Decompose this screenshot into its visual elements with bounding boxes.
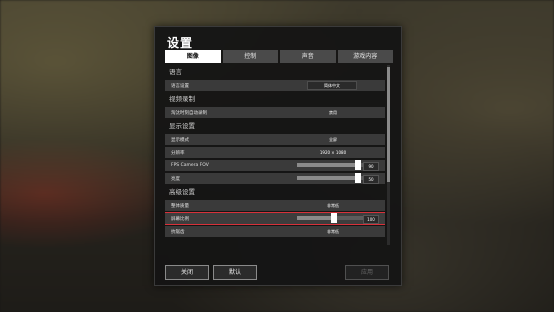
tab-graphics[interactable]: 图像 <box>165 50 221 63</box>
slider-fill <box>297 163 359 167</box>
settings-panel: 语言 语言设置 简体中文 视频录制 淘汰时刻自动录制 禁用 显示设置 显示模式 … <box>165 65 385 245</box>
setting-row-overall-quality[interactable]: 整体质量 非常低 <box>165 200 385 211</box>
section-title-display: 显示设置 <box>169 122 195 130</box>
dialog-title: 设置 <box>167 36 194 50</box>
language-dropdown[interactable]: 简体中文 <box>307 81 357 90</box>
setting-row-auto-record[interactable]: 淘汰时刻自动录制 禁用 <box>165 107 385 118</box>
default-button[interactable]: 默认 <box>213 265 257 280</box>
slider-fill <box>297 216 335 220</box>
setting-label: 语言设置 <box>171 83 189 89</box>
setting-row-fov[interactable]: FPS Camera FOV 90 <box>165 160 385 171</box>
scrollbar-thumb[interactable] <box>387 67 390 182</box>
setting-row-brightness[interactable]: 亮度 50 <box>165 173 385 184</box>
setting-label: 整体质量 <box>171 203 189 209</box>
resolution-dropdown[interactable]: 1920 × 1080 <box>309 149 357 156</box>
setting-label: 抗锯齿 <box>171 229 185 235</box>
dialog-footer: 关闭 默认 应用 <box>165 265 393 280</box>
setting-row-display-mode[interactable]: 显示模式 全屏 <box>165 134 385 145</box>
tab-controls[interactable]: 控制 <box>222 50 278 63</box>
settings-dialog: 设置 图像 控制 声音 游戏内容 语言 语言设置 简体中文 视频录制 淘汰时刻自… <box>154 26 402 286</box>
setting-label: 屏幕比例 <box>171 216 189 222</box>
screen-scale-value-box[interactable]: 100 <box>363 215 379 224</box>
apply-button[interactable]: 应用 <box>345 265 389 280</box>
close-button[interactable]: 关闭 <box>165 265 209 280</box>
auto-record-dropdown[interactable]: 禁用 <box>309 109 357 116</box>
section-title-language: 语言 <box>169 68 182 76</box>
setting-label: FPS Camera FOV <box>171 163 209 168</box>
tab-bar: 图像 控制 声音 游戏内容 <box>165 50 393 63</box>
setting-label: 显示模式 <box>171 137 189 143</box>
slider-thumb[interactable] <box>355 160 362 170</box>
tab-sound[interactable]: 声音 <box>280 50 336 63</box>
setting-label: 亮度 <box>171 176 180 182</box>
screen-scale-slider[interactable] <box>297 213 365 223</box>
brightness-value-box[interactable]: 50 <box>363 175 379 184</box>
display-mode-dropdown[interactable]: 全屏 <box>309 136 357 143</box>
brightness-slider[interactable] <box>297 173 365 183</box>
setting-row-resolution[interactable]: 分辨率 1920 × 1080 <box>165 147 385 158</box>
setting-row-language[interactable]: 语言设置 简体中文 <box>165 80 385 91</box>
slider-thumb[interactable] <box>355 173 362 183</box>
overall-quality-dropdown[interactable]: 非常低 <box>309 202 357 209</box>
slider-fill <box>297 176 359 180</box>
setting-label: 淘汰时刻自动录制 <box>171 110 207 116</box>
setting-row-screen-scale[interactable]: 屏幕比例 100 <box>165 212 385 225</box>
slider-thumb[interactable] <box>331 213 338 223</box>
setting-label: 分辨率 <box>171 150 185 156</box>
scrollbar[interactable] <box>387 65 390 245</box>
fov-value-box[interactable]: 90 <box>363 162 379 171</box>
setting-row-anti-aliasing[interactable]: 抗锯齿 非常低 <box>165 226 385 237</box>
tab-gameplay[interactable]: 游戏内容 <box>337 50 393 63</box>
section-title-advanced: 高级设置 <box>169 188 195 196</box>
anti-aliasing-dropdown[interactable]: 非常低 <box>309 228 357 235</box>
fov-slider[interactable] <box>297 160 365 170</box>
section-title-video: 视频录制 <box>169 95 195 103</box>
